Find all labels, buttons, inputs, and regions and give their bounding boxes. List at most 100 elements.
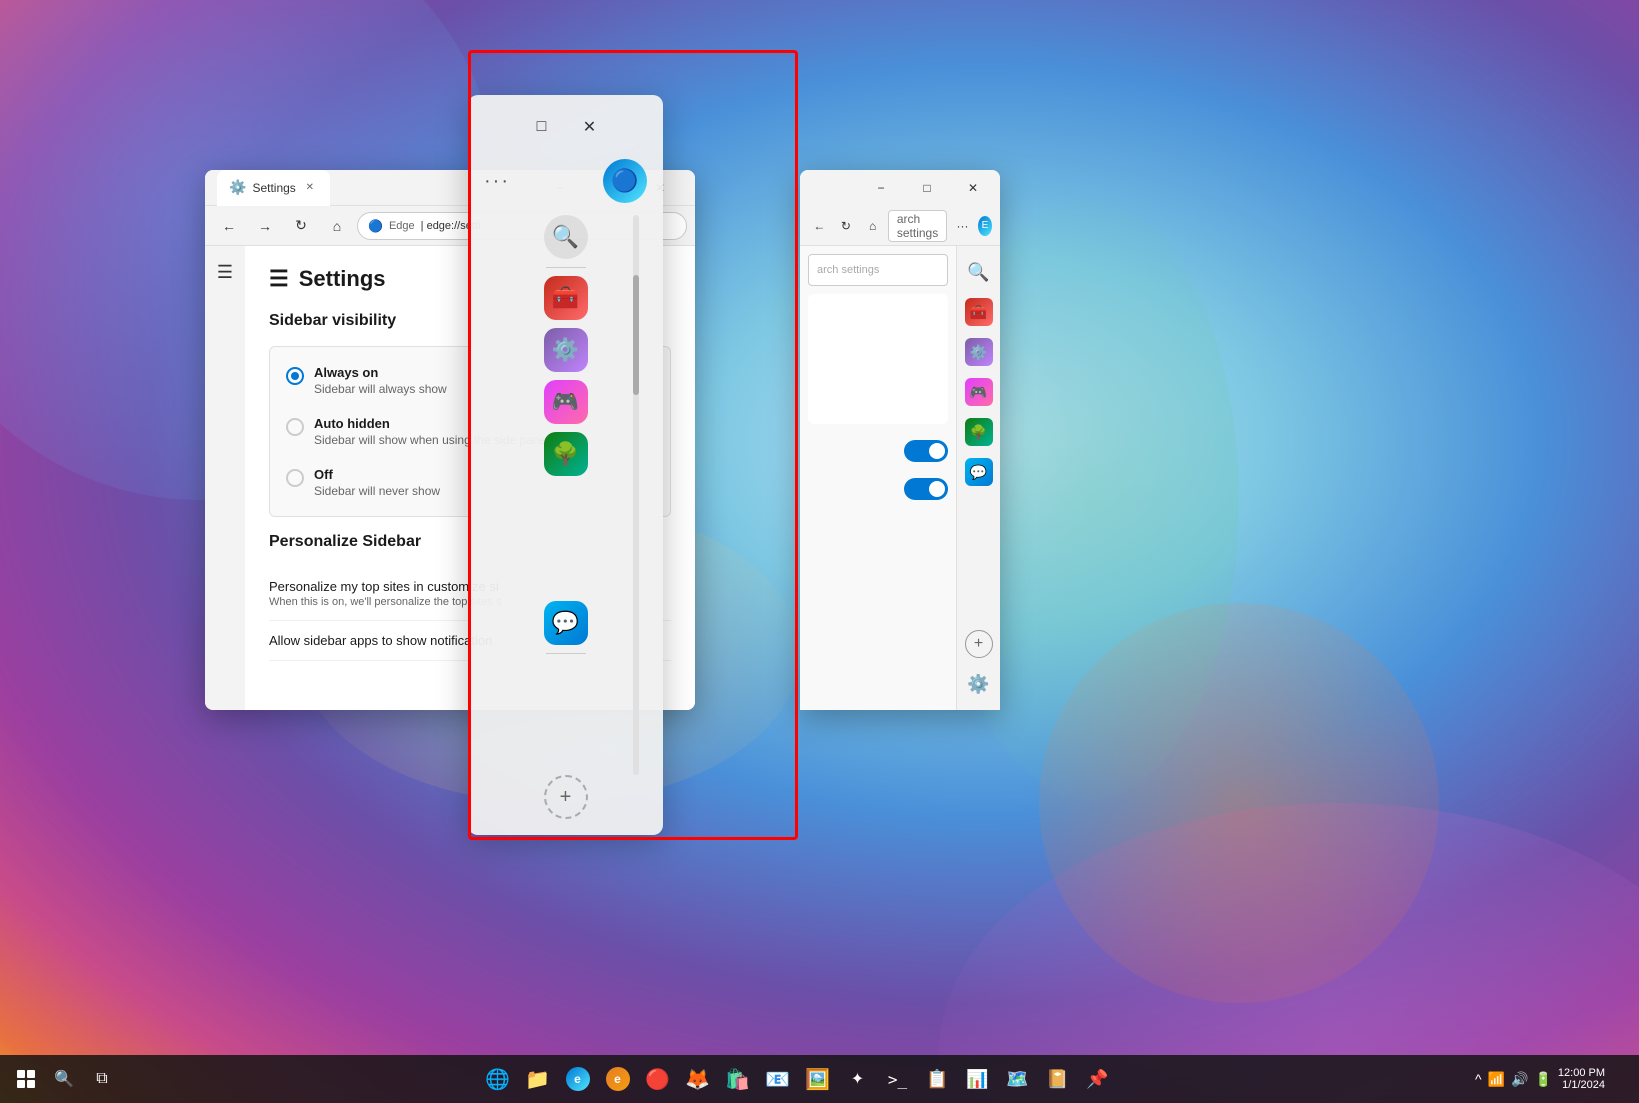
- system-tray: ^ 📶 🔊 🔋 12:00 PM 1/1/2024: [1467, 1067, 1639, 1091]
- right-profile-icon[interactable]: E: [978, 216, 992, 236]
- edge-apps-icon: ⚙️: [544, 328, 588, 372]
- right-sidebar-icons: 🔍 🧰 ⚙️ 🎮 🌳 💬 + ⚙️: [956, 246, 1000, 710]
- forward-button[interactable]: →: [249, 210, 281, 242]
- sidebar-toolbox-item[interactable]: 🧰: [540, 272, 592, 324]
- taskbar-excel[interactable]: 📊: [960, 1061, 996, 1097]
- edge-logo: 🔵: [603, 159, 647, 203]
- radio-off-content: Off Sidebar will never show: [314, 467, 440, 498]
- sidebar-scrollbar-thumb: [633, 275, 639, 395]
- hamburger-menu[interactable]: ☰: [217, 254, 233, 291]
- radio-always-on-desc: Sidebar will always show: [314, 382, 447, 396]
- toggle-1[interactable]: [904, 440, 948, 462]
- taskbar-clipboard[interactable]: 📋: [920, 1061, 956, 1097]
- clock-date: 1/1/2024: [1562, 1079, 1605, 1091]
- sidebar-search-item[interactable]: 🔍: [540, 211, 592, 263]
- taskbar-notes[interactable]: 📔: [1040, 1061, 1076, 1097]
- sidebar-panel: □ ✕ ··· 🔵 🔍 🧰 ⚙️ 🎮 🌳 💬 +: [468, 95, 663, 835]
- edge-favicon: 🔵: [368, 219, 383, 233]
- sidebar-divider-2: [546, 653, 586, 654]
- right-search-section: arch settings: [808, 254, 948, 286]
- radio-always-on-label: Always on: [314, 365, 447, 380]
- search-icon-circle: 🔍: [544, 215, 588, 259]
- system-clock[interactable]: 12:00 PM 1/1/2024: [1558, 1067, 1605, 1091]
- taskbar-mail[interactable]: 📧: [760, 1061, 796, 1097]
- sidebar-options-row: ··· 🔵: [468, 155, 663, 211]
- taskbar-explorer[interactable]: 📁: [520, 1061, 556, 1097]
- home-button[interactable]: ⌂: [321, 210, 353, 242]
- tab-label: Settings: [252, 181, 295, 195]
- start-button[interactable]: [8, 1061, 44, 1097]
- sidebar-close-btn[interactable]: ✕: [574, 111, 606, 143]
- task-view-button[interactable]: ⧉: [84, 1061, 120, 1097]
- edge-window-right: − □ ✕ ← ↻ ⌂ arch settings ··· E 🔍 🧰 ⚙️ 🎮: [800, 170, 1000, 710]
- battery-icon[interactable]: 🔋: [1534, 1071, 1551, 1088]
- toggle-2[interactable]: [904, 478, 948, 500]
- taskbar-extra[interactable]: 📌: [1080, 1061, 1116, 1097]
- right-minimize-button[interactable]: −: [858, 172, 904, 204]
- taskbar-firefox[interactable]: 🦊: [680, 1061, 716, 1097]
- right-sidebar-skype[interactable]: 💬: [961, 454, 997, 490]
- right-sidebar-toolbox[interactable]: 🧰: [961, 294, 997, 330]
- show-desktop-button[interactable]: [1611, 1069, 1631, 1089]
- content-card-1: [808, 294, 948, 424]
- right-home-button[interactable]: ⌂: [861, 210, 884, 242]
- windows-logo: [17, 1070, 35, 1088]
- taskbar-chrome[interactable]: 🔴: [640, 1061, 676, 1097]
- radio-always-on-content: Always on Sidebar will always show: [314, 365, 447, 396]
- taskbar-edge[interactable]: 🌐: [480, 1061, 516, 1097]
- tab-close-button[interactable]: ✕: [302, 180, 318, 196]
- right-settings-gear[interactable]: ⚙️: [961, 666, 997, 702]
- back-button[interactable]: ←: [213, 210, 245, 242]
- taskbar-edge-blue[interactable]: e: [560, 1061, 596, 1097]
- sidebar-minimize-btn[interactable]: □: [526, 111, 558, 143]
- right-toolbar: ← ↻ ⌂ arch settings ··· E: [800, 206, 1000, 246]
- right-back-button[interactable]: ←: [808, 210, 831, 242]
- sidebar-add-button[interactable]: +: [544, 775, 588, 819]
- taskbar-store[interactable]: 🛍️: [720, 1061, 756, 1097]
- right-search-bar[interactable]: arch settings: [888, 210, 947, 242]
- toggle-row-1: [808, 432, 948, 470]
- sidebar-games-item[interactable]: 🎮: [540, 376, 592, 428]
- right-sidebar-search[interactable]: 🔍: [961, 254, 997, 290]
- right-refresh-button[interactable]: ↻: [835, 210, 858, 242]
- radio-off-desc: Sidebar will never show: [314, 484, 440, 498]
- right-maximize-button[interactable]: □: [904, 172, 950, 204]
- radio-always-on-circle: [286, 367, 304, 385]
- taskbar-edge-orange[interactable]: e: [600, 1061, 636, 1097]
- right-settings-search-input[interactable]: arch settings: [808, 254, 948, 286]
- taskbar: 🔍 ⧉ 🌐 📁 e e 🔴 🦊 🛍️ 📧 🖼️ ✦ >_ 📋 📊 🗺️ 📔 📌 …: [0, 1055, 1639, 1103]
- sidebar-more-button[interactable]: ···: [484, 170, 510, 193]
- sidebar-scrollbar[interactable]: [633, 215, 639, 775]
- right-close-button[interactable]: ✕: [950, 172, 996, 204]
- settings-tab[interactable]: ⚙️ Settings ✕: [217, 170, 330, 206]
- sidebar-divider-1: [546, 267, 586, 268]
- right-sidebar-games[interactable]: 🎮: [961, 374, 997, 410]
- edge-label: Edge: [389, 220, 415, 232]
- toolbox-icon: 🧰: [544, 276, 588, 320]
- right-sidebar-tree[interactable]: 🌳: [961, 414, 997, 450]
- sidebar-edgeapps-item[interactable]: ⚙️: [540, 324, 592, 376]
- taskbar-photos[interactable]: 🖼️: [800, 1061, 836, 1097]
- add-icon: +: [560, 786, 572, 809]
- right-titlebar: − □ ✕: [800, 170, 1000, 206]
- taskbar-maps[interactable]: 🗺️: [1000, 1061, 1036, 1097]
- right-sidebar-add[interactable]: +: [965, 630, 993, 658]
- taskbar-terminal[interactable]: >_: [880, 1061, 916, 1097]
- radio-auto-hidden-circle: [286, 418, 304, 436]
- sidebar-tree-item[interactable]: 🌳: [540, 428, 592, 480]
- settings-title-text: Settings: [299, 266, 386, 292]
- sound-icon[interactable]: 🔊: [1511, 1071, 1528, 1088]
- toggle-row-2: [808, 470, 948, 508]
- taskbar-widget[interactable]: ✦: [840, 1061, 876, 1097]
- radio-off-circle: [286, 469, 304, 487]
- right-sidebar-apps[interactable]: ⚙️: [961, 334, 997, 370]
- settings-nav: ☰: [205, 246, 245, 710]
- network-icon[interactable]: 📶: [1488, 1071, 1505, 1088]
- right-settings-search-placeholder: arch settings: [817, 264, 879, 276]
- right-more-button[interactable]: ···: [951, 210, 974, 242]
- show-hidden-button[interactable]: ^: [1475, 1071, 1482, 1087]
- refresh-button[interactable]: ↻: [285, 210, 317, 242]
- sidebar-skype-item[interactable]: 💬: [540, 597, 592, 649]
- tree-icon: 🌳: [544, 432, 588, 476]
- search-taskbar-button[interactable]: 🔍: [46, 1061, 82, 1097]
